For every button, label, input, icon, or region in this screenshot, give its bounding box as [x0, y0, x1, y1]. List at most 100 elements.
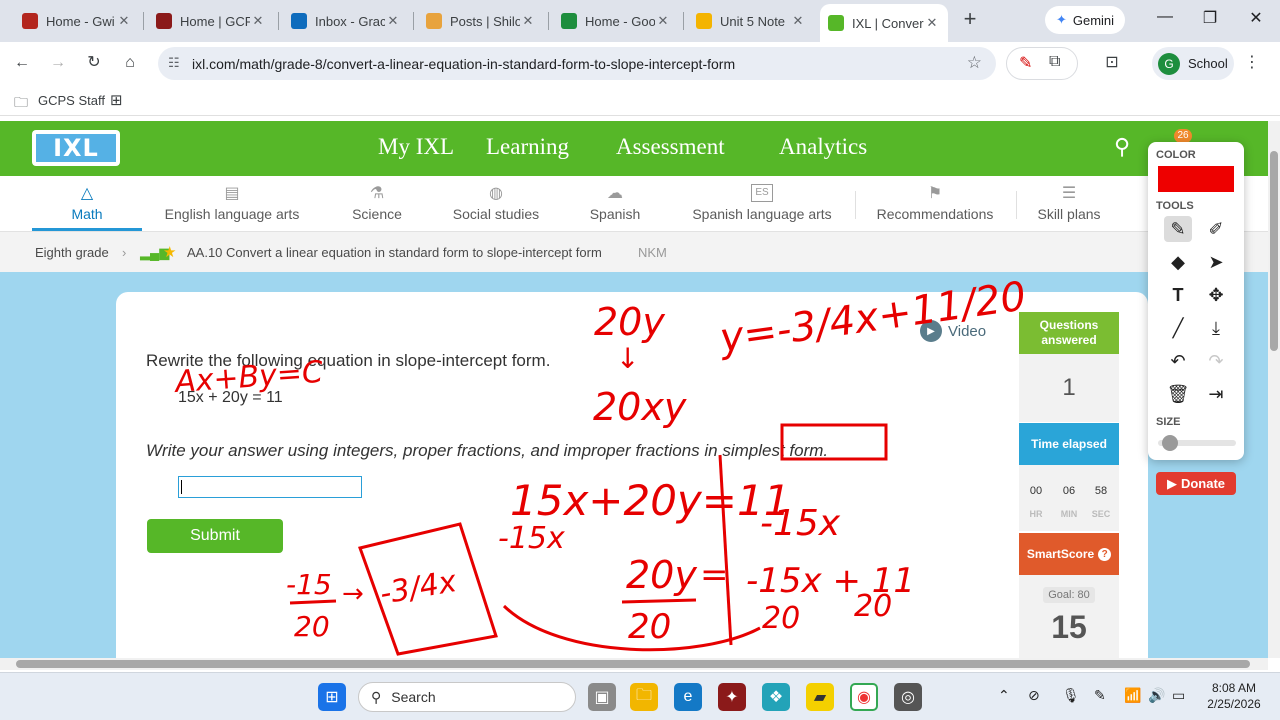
tab-search-icon[interactable]: ⊡	[1100, 52, 1124, 76]
puzzle-extension-icon[interactable]: ⧉	[1049, 53, 1060, 71]
subject-tab-spanish-language-arts[interactable]: ES Spanish language arts	[686, 176, 838, 232]
nav-my-ixl[interactable]: My IXL	[378, 134, 454, 160]
system-clock[interactable]: 8:08 AM 2/25/2026	[1196, 680, 1272, 712]
wifi-icon[interactable]: 📶	[1124, 687, 1141, 704]
tray-chevron-up-icon[interactable]: ⌃	[998, 687, 1010, 704]
text-icon[interactable]: T	[1164, 282, 1192, 308]
subject-tab-skill-plans[interactable]: ☰ Skill plans	[1032, 176, 1106, 232]
sticky-notes-icon[interactable]: ▰	[806, 683, 834, 711]
checklist-icon: ☰	[1061, 185, 1077, 202]
home-icon[interactable]: ⌂	[118, 52, 142, 76]
timer-seconds: 58	[1094, 485, 1108, 497]
video-button[interactable]: ▶ Video	[920, 320, 986, 342]
pen-extension-icon[interactable]: ✎	[1019, 53, 1032, 73]
tab-favicon-icon	[22, 13, 38, 29]
close-tab-icon[interactable]: ✕	[655, 13, 671, 29]
tab-unit-5-notes[interactable]: Unit 5 Note ✕	[688, 6, 814, 36]
bookmark-star-icon[interactable]: ☆	[967, 53, 982, 73]
taskbar-search[interactable]: ⚲ Search	[358, 682, 576, 712]
close-tab-icon[interactable]: ✕	[116, 13, 132, 29]
text-caret	[181, 480, 182, 494]
horizontal-scrollbar[interactable]	[0, 658, 1268, 670]
close-tab-icon[interactable]: ✕	[250, 13, 266, 29]
undo-icon[interactable]: ↶	[1164, 348, 1192, 374]
apps-grid-icon[interactable]: ⊞	[110, 91, 123, 109]
gemini-button[interactable]: ✦ Gemini	[1045, 6, 1125, 34]
subject-tab-spanish[interactable]: ☁ Spanish	[582, 176, 648, 232]
close-window-icon[interactable]: ✕	[1244, 8, 1268, 28]
subject-tab-math[interactable]: △ Math	[32, 176, 142, 232]
help-icon[interactable]: ?	[1098, 547, 1112, 561]
scroll-thumb[interactable]	[1270, 151, 1278, 351]
highlighter-icon[interactable]: ✐	[1202, 216, 1230, 242]
pen-tray-icon[interactable]: ✎	[1094, 687, 1106, 704]
move-icon[interactable]: ✥	[1202, 282, 1230, 308]
subject-tab-ela[interactable]: ▤ English language arts	[158, 176, 306, 232]
nav-learning[interactable]: Learning	[486, 134, 569, 160]
tab-inbox[interactable]: Inbox - Grac ✕	[283, 6, 409, 36]
profile-button[interactable]: G School	[1152, 47, 1234, 80]
breadcrumb-grade[interactable]: Eighth grade	[35, 245, 109, 260]
file-explorer-icon[interactable]: 🗀	[630, 683, 658, 711]
tab-ixl-active[interactable]: IXL | Conver ✕	[820, 4, 948, 42]
battery-icon[interactable]: ▭	[1172, 687, 1185, 704]
nav-assessment[interactable]: Assessment	[616, 134, 725, 160]
address-bar[interactable]: ☷ ixl.com/math/grade-8/convert-a-linear-…	[158, 47, 996, 80]
search-icon[interactable]: ⚲	[1114, 134, 1130, 160]
gcps-app-icon[interactable]: ✦	[718, 683, 746, 711]
back-icon[interactable]: ←	[10, 52, 34, 76]
size-slider[interactable]	[1158, 435, 1236, 451]
microphone-icon[interactable]: 🎙	[1062, 687, 1080, 704]
gemini-icon: ✦	[1055, 12, 1067, 27]
subject-tab-science[interactable]: ⚗ Science	[340, 176, 414, 232]
tab-separator	[683, 12, 684, 30]
star-icon[interactable]: ★	[163, 243, 176, 261]
windows-start-icon[interactable]: ⊞	[318, 683, 346, 711]
ixl-logo[interactable]: IXL	[32, 130, 120, 166]
tab-home-gcps[interactable]: Home | GCP ✕	[148, 6, 274, 36]
save-icon[interactable]: ⤓	[1202, 315, 1230, 341]
exit-icon[interactable]: ⇥	[1202, 381, 1230, 407]
color-swatch[interactable]	[1158, 166, 1234, 192]
line-icon[interactable]: ╱	[1164, 315, 1192, 341]
close-tab-icon[interactable]: ✕	[385, 13, 401, 29]
subject-tab-recommendations[interactable]: ⚑ Recommendations	[872, 176, 998, 232]
app-icon[interactable]: ❖	[762, 683, 790, 711]
forward-icon[interactable]: →	[46, 52, 70, 76]
menu-icon[interactable]: ⋮	[1240, 52, 1264, 76]
bookmark-gcps-staff[interactable]: GCPS Staff	[38, 93, 105, 108]
restore-icon[interactable]: ❐	[1198, 8, 1222, 28]
submit-button[interactable]: Submit	[147, 519, 283, 553]
redo-icon[interactable]: ↷	[1202, 348, 1230, 374]
tab-google-drive[interactable]: Home - Goo ✕	[553, 6, 679, 36]
donate-button[interactable]: ▶ Donate	[1156, 472, 1236, 495]
slider-knob[interactable]	[1162, 435, 1178, 451]
subject-tab-social-studies[interactable]: ◍ Social studies	[448, 176, 544, 232]
answer-input[interactable]	[178, 476, 362, 498]
eraser-icon[interactable]: ◆	[1164, 249, 1192, 275]
trash-icon[interactable]: 🗑	[1164, 381, 1192, 407]
chrome-icon[interactable]: ◉	[850, 683, 878, 711]
minimize-icon[interactable]: —	[1153, 8, 1177, 26]
vertical-scrollbar[interactable]	[1268, 121, 1280, 658]
new-tab-button[interactable]: +	[958, 8, 982, 32]
pointer-icon[interactable]: ➤	[1202, 249, 1230, 275]
close-tab-icon[interactable]: ✕	[520, 13, 536, 29]
tab-separator	[278, 12, 279, 30]
practice-card	[116, 292, 1148, 658]
edge-icon[interactable]: e	[674, 683, 702, 711]
pen-icon[interactable]: ✎	[1164, 216, 1192, 242]
timer-hours-label: HR	[1029, 509, 1043, 519]
task-view-icon[interactable]: ▣	[588, 683, 616, 711]
close-tab-icon[interactable]: ✕	[790, 13, 806, 29]
close-tab-icon[interactable]: ✕	[924, 15, 940, 31]
screen-recorder-icon[interactable]: ◎	[894, 683, 922, 711]
volume-icon[interactable]: 🔊	[1148, 687, 1165, 704]
scroll-thumb[interactable]	[16, 660, 1250, 668]
tab-home-gwinnett[interactable]: Home - Gwi ✕	[14, 6, 140, 36]
tab-posts[interactable]: Posts | Shilo ✕	[418, 6, 544, 36]
tray-app-icon[interactable]: ⊘	[1028, 687, 1040, 704]
site-info-icon[interactable]: ☷	[168, 55, 180, 71]
nav-analytics[interactable]: Analytics	[779, 134, 867, 160]
reload-icon[interactable]: ↻	[82, 52, 106, 76]
